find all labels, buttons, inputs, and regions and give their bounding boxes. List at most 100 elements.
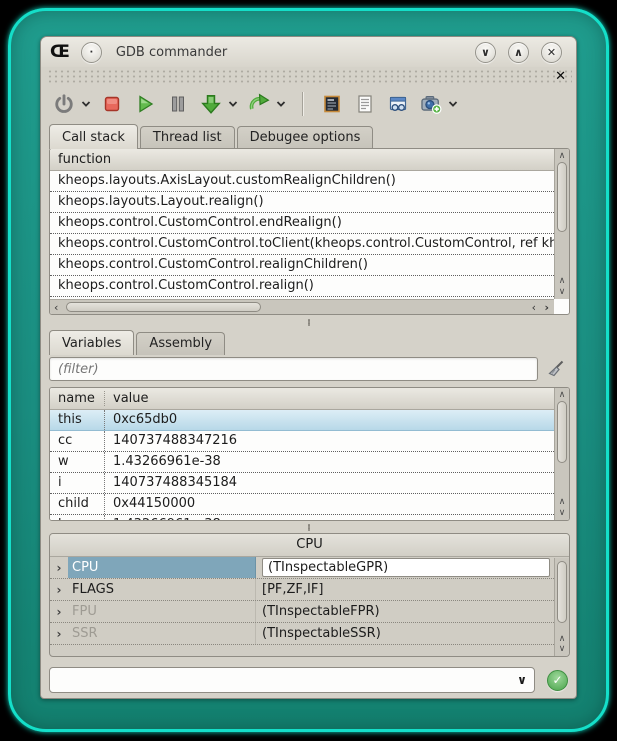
inspect-dropdown[interactable]	[447, 91, 459, 117]
power-dropdown[interactable]	[80, 91, 92, 117]
scroll-up-icon[interactable]: ∧	[555, 390, 569, 400]
combo-dropdown-icon[interactable]: ∨	[510, 673, 534, 687]
tab-call-stack[interactable]: Call stack	[49, 124, 138, 149]
step-into-icon	[200, 93, 222, 115]
cpu-row-ssr[interactable]: › SSR (TInspectableSSR)	[50, 623, 554, 645]
scroll-left-icon[interactable]: ‹	[532, 300, 536, 314]
tab-thread-list[interactable]: Thread list	[140, 126, 235, 149]
stop-button[interactable]	[99, 91, 125, 117]
scrollbar-thumb[interactable]	[557, 162, 567, 232]
variable-row-child[interactable]: child0x44150000	[50, 494, 554, 515]
splitter-handle[interactable]	[41, 522, 576, 532]
callstack-table: function kheops.layouts.AxisLayout.custo…	[49, 148, 570, 315]
power-button[interactable]	[51, 91, 77, 117]
callstack-tabbar: Call stack Thread list Debugee options	[49, 123, 375, 149]
cpu-value-editor[interactable]: (TInspectableGPR)	[262, 558, 550, 577]
chevron-down-icon	[276, 100, 286, 108]
scroll-down-icon[interactable]: ∨	[555, 644, 569, 654]
step-over-dropdown[interactable]	[275, 91, 287, 117]
titlebar[interactable]: Œ · GDB commander ∨ ∧ ✕	[41, 37, 576, 67]
variables-header[interactable]: name value	[50, 388, 554, 410]
callstack-row[interactable]: kheops.control.CustomControl.endRealign(…	[50, 213, 554, 234]
step-into-dropdown[interactable]	[227, 91, 239, 117]
tab-debugee-options[interactable]: Debugee options	[237, 126, 374, 149]
callstack-vertical-scrollbar[interactable]: ∧ ∧ ∨	[554, 149, 569, 299]
column-value[interactable]: value	[105, 391, 149, 406]
watches-button[interactable]	[385, 91, 411, 117]
gdb-commander-window: Œ · GDB commander ∨ ∧ ✕ ✕	[40, 36, 577, 699]
callstack-row[interactable]: kheops.control.CustomControl.realignChil…	[50, 255, 554, 276]
dock-close-icon[interactable]: ✕	[555, 68, 566, 85]
broom-icon	[546, 359, 566, 379]
disassembly-button[interactable]	[352, 91, 378, 117]
debug-toolbar	[51, 87, 572, 121]
app-icon: Œ	[50, 44, 70, 61]
window-title: GDB commander	[116, 45, 227, 60]
dock-handle-strip[interactable]: ✕	[45, 68, 572, 85]
scrollbar-thumb[interactable]	[557, 561, 567, 623]
chevron-down-icon	[448, 100, 458, 108]
scroll-up-icon[interactable]: ∧	[555, 151, 569, 161]
expand-icon[interactable]: ›	[50, 583, 68, 597]
chevron-up-icon: ∧	[514, 46, 523, 59]
callstack-header[interactable]: function	[50, 149, 554, 171]
pin-button[interactable]: ·	[81, 42, 102, 63]
scrollbar-thumb[interactable]	[557, 401, 567, 463]
chevron-down-icon: ∨	[481, 46, 490, 59]
callstack-row[interactable]: kheops.control.CustomControl.toClient(kh…	[50, 234, 554, 255]
variable-row-w[interactable]: w1.43266961e-38	[50, 452, 554, 473]
command-input[interactable]	[50, 668, 510, 692]
clear-filter-button[interactable]	[544, 357, 568, 381]
minimize-button[interactable]: ∨	[475, 42, 496, 63]
tab-variables[interactable]: Variables	[49, 330, 134, 355]
expand-icon[interactable]: ›	[50, 605, 68, 619]
play-icon	[135, 94, 155, 114]
callstack-horizontal-scrollbar[interactable]: ‹ ‹ ›	[50, 299, 554, 314]
cpu-row-cpu[interactable]: › CPU (TInspectableGPR)	[50, 557, 554, 579]
execute-button[interactable]: ✓	[547, 670, 568, 691]
variables-vertical-scrollbar[interactable]: ∧ ∧ ∨	[554, 388, 569, 520]
inspect-button[interactable]	[418, 91, 444, 117]
check-icon: ✓	[552, 673, 562, 687]
step-into-button[interactable]	[198, 91, 224, 117]
cpu-panel: CPU › CPU (TInspectableGPR) › FLAGS [PF,…	[49, 533, 570, 657]
inspector-camera-icon	[420, 93, 442, 115]
scroll-right-icon[interactable]: ›	[544, 300, 549, 314]
scrollbar-thumb[interactable]	[66, 302, 261, 312]
cpu-row-fpu[interactable]: › FPU (TInspectableFPR)	[50, 601, 554, 623]
toolbar-separator	[302, 92, 304, 116]
variables-table: name value this0xc65db0 cc14073748834721…	[49, 387, 570, 521]
splitter-handle[interactable]	[41, 317, 576, 327]
pause-button[interactable]	[165, 91, 191, 117]
step-over-button[interactable]	[246, 91, 272, 117]
scroll-left-icon[interactable]: ‹	[54, 300, 58, 314]
filter-input[interactable]	[49, 357, 538, 381]
cpu-panel-title: CPU	[50, 534, 569, 557]
cpu-row-flags[interactable]: › FLAGS [PF,ZF,IF]	[50, 579, 554, 601]
scroll-down-icon[interactable]: ∨	[555, 508, 569, 518]
continue-button[interactable]	[132, 91, 158, 117]
variable-row-b[interactable]: b1.43266961e-38	[50, 515, 554, 521]
stop-icon	[102, 94, 122, 114]
callstack-row[interactable]: kheops.control.CustomControl.realign()	[50, 276, 554, 297]
callstack-row[interactable]: kheops.layouts.AxisLayout.customRealignC…	[50, 171, 554, 192]
callstack-row[interactable]: kheops.layouts.Layout.realign()	[50, 192, 554, 213]
variable-row-cc[interactable]: cc140737488347216	[50, 431, 554, 452]
tab-assembly[interactable]: Assembly	[136, 332, 225, 355]
variable-row-i[interactable]: i140737488345184	[50, 473, 554, 494]
command-combobox[interactable]: ∨	[49, 667, 535, 693]
maximize-button[interactable]: ∧	[508, 42, 529, 63]
column-name[interactable]: name	[50, 391, 105, 406]
expand-icon[interactable]: ›	[50, 561, 68, 575]
close-button[interactable]: ✕	[541, 42, 562, 63]
memory-view-button[interactable]	[319, 91, 345, 117]
cpu-vertical-scrollbar[interactable]: ∧ ∨	[554, 558, 569, 656]
scroll-up-icon[interactable]: ∧	[555, 634, 569, 644]
chevron-down-icon	[228, 100, 238, 108]
scroll-up-icon[interactable]: ∧	[555, 276, 569, 286]
scroll-up-icon[interactable]: ∧	[555, 497, 569, 507]
variable-row-this[interactable]: this0xc65db0	[50, 410, 554, 431]
expand-icon[interactable]: ›	[50, 627, 68, 641]
scroll-down-icon[interactable]: ∨	[555, 287, 569, 297]
power-icon	[53, 93, 75, 115]
